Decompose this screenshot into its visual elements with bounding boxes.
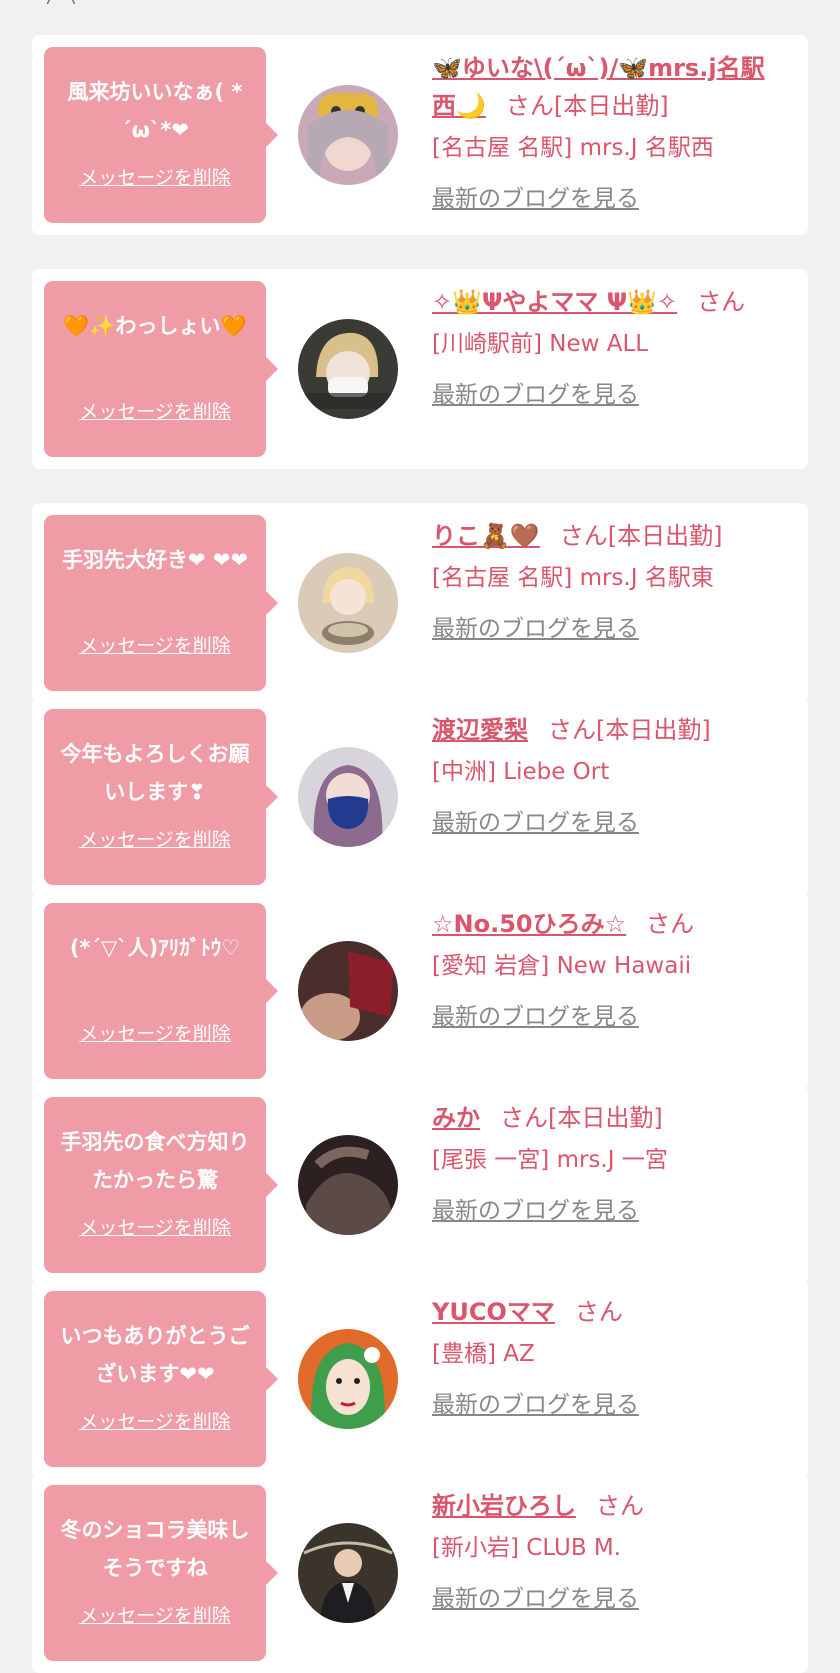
message-bubble: 手羽先の食べ方知りたかったら驚 メッセージを削除 [44, 1097, 278, 1273]
list-item: 風来坊いいなぁ( * ´ω`*❤ メッセージを削除 🦋ゆいな\(´ω`)/🦋mr… [32, 35, 808, 235]
delete-message-link[interactable]: メッセージを削除 [79, 1019, 231, 1046]
latest-blog-link[interactable]: 最新のブログを見る [432, 1385, 639, 1419]
shop-text: [川崎駅前] New ALL [432, 331, 649, 357]
user-info: YUCOママ さん [豊橋] AZ 最新のブログを見る [432, 1293, 782, 1419]
message-bubble: 今年もよろしくお願いします❣ メッセージを削除 [44, 709, 278, 885]
shop-text: [愛知 岩倉] New Hawaii [432, 953, 692, 979]
user-info: ✧👑Ψやよママ Ψ👑✧ さん [川崎駅前] New ALL 最新のブログを見る [432, 283, 782, 409]
delete-message-link[interactable]: メッセージを削除 [79, 631, 231, 658]
list-item: 🧡✨わっしょい🧡 メッセージを削除 ✧👑Ψやよママ Ψ👑✧ さん [川崎駅前] N… [32, 269, 808, 469]
shop-text: [新小岩] CLUB M. [432, 1535, 622, 1561]
honorific-text: さん[本日出勤] [559, 522, 723, 550]
shop-text: [豊橋] AZ [432, 1341, 535, 1367]
shop-text: [名古屋 名駅] mrs.J 名駅西 [432, 135, 714, 161]
message-bubble: 手羽先大好き❤ ❤❤ メッセージを削除 [44, 515, 278, 691]
user-name-link[interactable]: 新小岩ひろし [432, 1492, 576, 1520]
message-text: 風来坊いいなぁ( * ´ω`*❤ [67, 80, 243, 142]
avatar[interactable] [298, 941, 398, 1041]
delete-message-link[interactable]: メッセージを削除 [79, 1213, 231, 1240]
honorific-text: さん [646, 910, 695, 938]
latest-blog-link[interactable]: 最新のブログを見る [432, 803, 639, 837]
avatar[interactable] [298, 553, 398, 653]
message-bubble: いつもありがとうございます❤❤ メッセージを削除 [44, 1291, 278, 1467]
latest-blog-link[interactable]: 最新のブログを見る [432, 1191, 639, 1225]
message-text: 手羽先の食べ方知りたかったら驚 [60, 1130, 250, 1192]
avatar[interactable] [298, 319, 398, 419]
honorific-text: さん [596, 1492, 644, 1520]
message-text: 冬のショコラ美味しそうですね [60, 1518, 250, 1580]
delete-message-link[interactable]: メッセージを削除 [79, 397, 231, 424]
user-name-link[interactable]: YUCOママ [432, 1298, 555, 1326]
user-info: みか さん[本日出勤] [尾張 一宮] mrs.J 一宮 最新のブログを見る [432, 1099, 782, 1225]
message-bubble: 風来坊いいなぁ( * ´ω`*❤ メッセージを削除 [44, 47, 278, 223]
honorific-text: さん[本日出勤] [505, 92, 669, 120]
user-name-link[interactable]: みか [432, 1104, 480, 1132]
user-info: 渡辺愛梨 さん[本日出勤] [中洲] Liebe Ort 最新のブログを見る [432, 711, 782, 837]
shop-text: [中洲] Liebe Ort [432, 759, 610, 785]
message-text: (*´▽`人)ｱﾘｶﾞﾄｳ♡ [69, 936, 241, 960]
latest-blog-link[interactable]: 最新のブログを見る [432, 997, 639, 1031]
latest-blog-link[interactable]: 最新のブログを見る [432, 375, 639, 409]
latest-blog-link[interactable]: 最新のブログを見る [432, 179, 639, 213]
latest-blog-link[interactable]: 最新のブログを見る [432, 1579, 639, 1613]
shop-text: [尾張 一宮] mrs.J 一宮 [432, 1147, 668, 1173]
user-name-link[interactable]: りこ🧸🤎 [432, 522, 540, 550]
list-item: 今年もよろしくお願いします❣ メッセージを削除 渡辺愛梨 さん[本日出勤] [中洲… [32, 697, 808, 897]
top-fragment-text: （ ） [34, 0, 88, 4]
honorific-text: さん[本日出勤] [548, 716, 711, 744]
message-text: 🧡✨わっしょい🧡 [63, 314, 247, 338]
delete-message-link[interactable]: メッセージを削除 [79, 163, 231, 190]
message-text: いつもありがとうございます❤❤ [60, 1324, 250, 1386]
list-item: 冬のショコラ美味しそうですね メッセージを削除 新小岩ひろし さん [新小岩] C… [32, 1473, 808, 1673]
avatar[interactable] [298, 1329, 398, 1429]
avatar[interactable] [298, 1523, 398, 1623]
avatar[interactable] [298, 85, 398, 185]
message-text: 今年もよろしくお願いします❣ [60, 742, 250, 804]
user-name-link[interactable]: ✧👑Ψやよママ Ψ👑✧ [432, 288, 677, 316]
user-info: ☆No.50ひろみ☆ さん [愛知 岩倉] New Hawaii 最新のブログを見… [432, 905, 782, 1031]
message-text: 手羽先大好き❤ ❤❤ [61, 548, 249, 572]
list-item: 手羽先の食べ方知りたかったら驚 メッセージを削除 みか さん[本日出勤] [尾張 … [32, 1085, 808, 1285]
honorific-text: さん [574, 1298, 623, 1326]
message-bubble: (*´▽`人)ｱﾘｶﾞﾄｳ♡ メッセージを削除 [44, 903, 278, 1079]
message-bubble: 冬のショコラ美味しそうですね メッセージを削除 [44, 1485, 278, 1661]
user-info: 新小岩ひろし さん [新小岩] CLUB M. 最新のブログを見る [432, 1487, 782, 1613]
list-item: (*´▽`人)ｱﾘｶﾞﾄｳ♡ メッセージを削除 ☆No.50ひろみ☆ さん [愛知… [32, 891, 808, 1091]
user-info: 🦋ゆいな\(´ω`)/🦋mrs.j名駅西🌙 さん[本日出勤] [名古屋 名駅] m… [432, 49, 782, 213]
user-name-link[interactable]: ☆No.50ひろみ☆ [432, 910, 626, 938]
honorific-text: さん[本日出勤] [500, 1104, 663, 1132]
user-info: りこ🧸🤎 さん[本日出勤] [名古屋 名駅] mrs.J 名駅東 最新のブログを見… [432, 517, 782, 643]
honorific-text: さん [697, 288, 746, 316]
latest-blog-link[interactable]: 最新のブログを見る [432, 609, 639, 643]
avatar[interactable] [298, 1135, 398, 1235]
avatar[interactable] [298, 747, 398, 847]
user-name-link[interactable]: 渡辺愛梨 [432, 716, 528, 744]
message-bubble: 🧡✨わっしょい🧡 メッセージを削除 [44, 281, 278, 457]
delete-message-link[interactable]: メッセージを削除 [79, 825, 231, 852]
delete-message-link[interactable]: メッセージを削除 [79, 1407, 231, 1434]
list-item: いつもありがとうございます❤❤ メッセージを削除 YUCOママ さん [豊橋] A… [32, 1279, 808, 1479]
shop-text: [名古屋 名駅] mrs.J 名駅東 [432, 565, 714, 591]
delete-message-link[interactable]: メッセージを削除 [79, 1601, 231, 1628]
list-item: 手羽先大好き❤ ❤❤ メッセージを削除 りこ🧸🤎 さん[本日出勤] [名古屋 名駅… [32, 503, 808, 703]
